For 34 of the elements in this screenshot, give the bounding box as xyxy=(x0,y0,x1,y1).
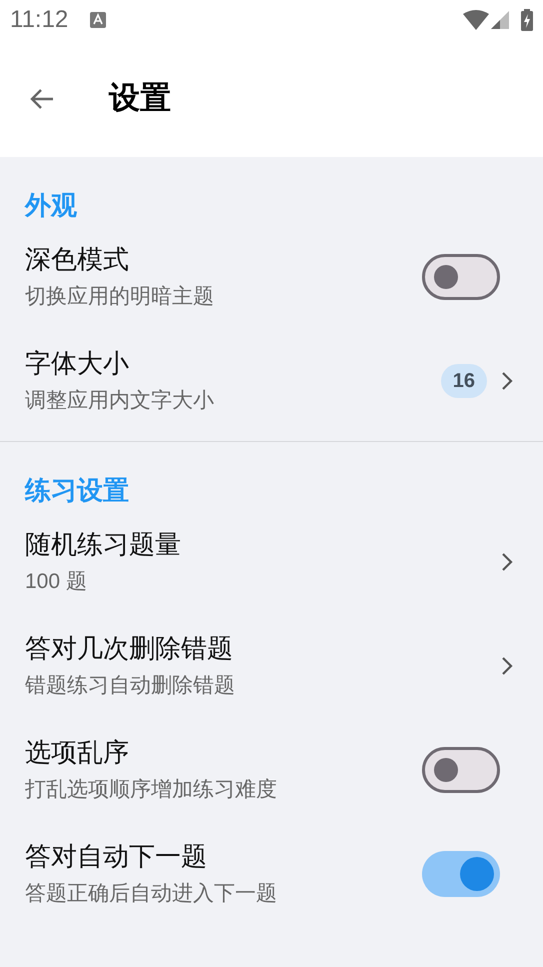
row-title: 字体大小 xyxy=(25,347,130,380)
section-header: 外观 xyxy=(25,188,77,222)
row-subtitle: 错题练习自动删除错题 xyxy=(25,673,236,699)
row-title: 选项乱序 xyxy=(25,736,130,769)
row-subtitle: 打乱选项顺序增加练习难度 xyxy=(25,777,278,803)
row-title: 深色模式 xyxy=(25,243,130,276)
settings-row[interactable]: 选项乱序 打乱选项顺序增加练习难度 xyxy=(0,718,543,822)
chevron-right-icon xyxy=(501,656,513,676)
settings-row[interactable]: 深色模式 切换应用的明暗主题 xyxy=(0,225,543,329)
status-time: 11:12 xyxy=(10,5,68,35)
keyboard-icon xyxy=(90,12,106,28)
settings-row[interactable]: 答对自动下一题 答题正确后自动进入下一题 xyxy=(0,822,543,926)
settings-row[interactable]: 答对几次删除错题 错题练习自动删除错题 xyxy=(0,614,543,718)
battery-icon xyxy=(521,9,533,31)
settings-row[interactable]: 字体大小 调整应用内文字大小 16 xyxy=(0,329,543,433)
value-badge: 16 xyxy=(440,364,487,398)
toggle-switch[interactable] xyxy=(422,747,500,793)
toggle-switch[interactable] xyxy=(422,254,500,300)
chevron-right-icon xyxy=(501,552,513,572)
row-subtitle: 切换应用的明暗主题 xyxy=(25,284,215,310)
row-title: 答对几次删除错题 xyxy=(25,632,234,665)
section-header: 练习设置 xyxy=(25,474,129,506)
toggle-switch[interactable] xyxy=(422,851,500,897)
row-title: 随机练习题量 xyxy=(25,528,182,561)
page-title: 设置 xyxy=(109,79,171,118)
row-title: 答对自动下一题 xyxy=(25,840,208,873)
row-subtitle: 100 题 xyxy=(25,569,88,595)
chevron-right-icon xyxy=(501,371,513,391)
back-icon xyxy=(29,86,55,110)
settings-row[interactable]: 随机练习题量 100 题 xyxy=(0,510,543,614)
row-subtitle: 答题正确后自动进入下一题 xyxy=(25,881,278,907)
row-subtitle: 调整应用内文字大小 xyxy=(25,388,215,414)
signal-icon xyxy=(491,11,509,29)
wifi-icon xyxy=(463,10,489,30)
